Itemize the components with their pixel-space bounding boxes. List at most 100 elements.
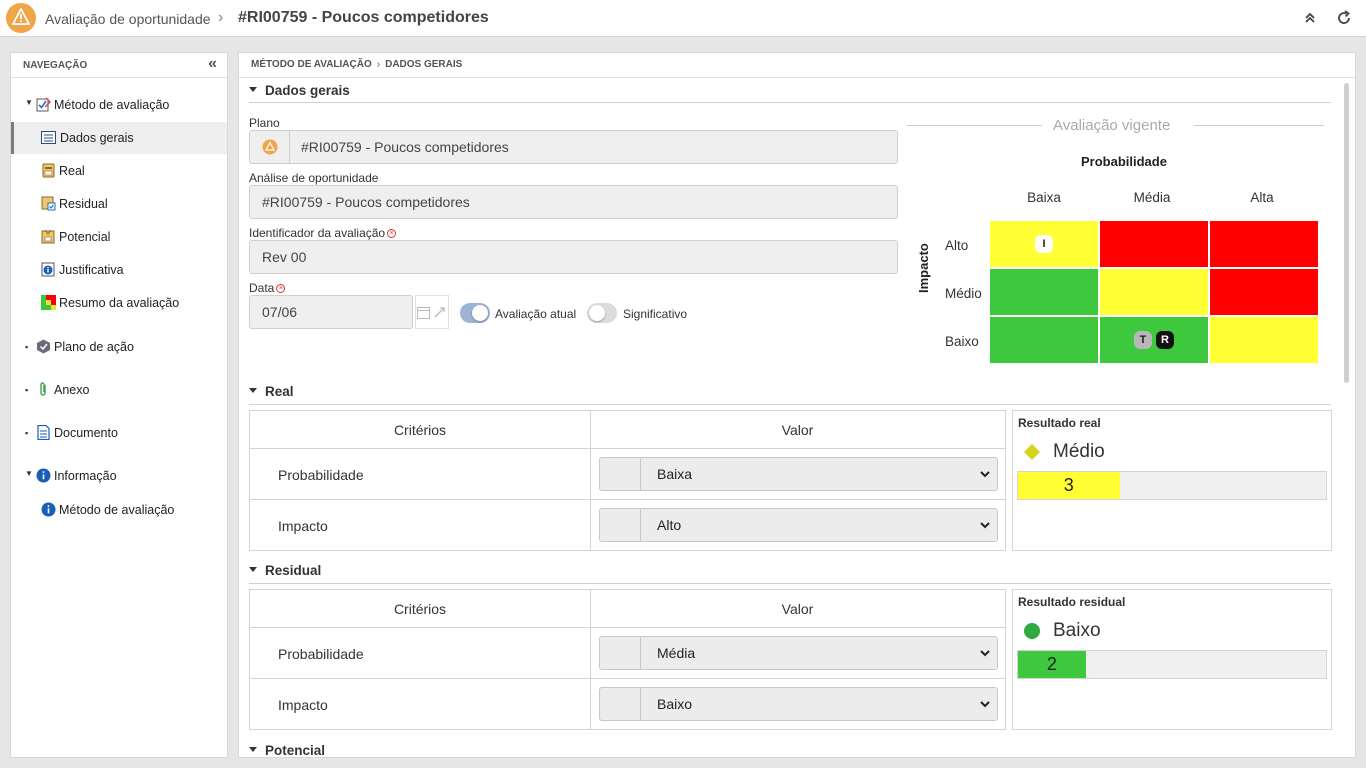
identifier-field[interactable]: Rev 00 (249, 240, 898, 274)
identifier-value: Rev 00 (262, 249, 307, 265)
info-icon (41, 502, 56, 517)
plan-label: Plano (249, 116, 280, 130)
evaluation-summary-icon (41, 295, 56, 310)
collapse-sidebar-icon[interactable]: « (208, 55, 217, 73)
current-evaluation-toggle[interactable] (460, 303, 490, 323)
date-field[interactable]: 07/06 (249, 295, 413, 329)
sidebar-item-evaluation-method[interactable]: ▼ Método de avaliação (11, 89, 227, 121)
date-value: 07/06 (262, 304, 298, 320)
sidebar-item-label: Potencial (59, 230, 111, 244)
sidebar-item-residual[interactable]: Residual (11, 188, 227, 220)
opportunity-icon (262, 139, 278, 155)
sidebar-item-label: Plano de ação (54, 340, 134, 354)
section-header-residual[interactable]: Residual (249, 563, 321, 578)
clear-date-icon[interactable] (433, 306, 446, 319)
matrix-cell-impact-low-prob-low (990, 317, 1098, 363)
plan-field[interactable]: #RI00759 - Poucos competidores (249, 130, 898, 164)
opportunity-logo-icon (6, 3, 36, 33)
section-header-general-data[interactable]: Dados gerais (249, 83, 350, 98)
divider (249, 583, 1331, 584)
residual-icon (41, 196, 56, 211)
analysis-field[interactable]: #RI00759 - Poucos competidores (249, 185, 898, 219)
expand-caret-icon[interactable]: ▼ (25, 469, 33, 478)
section-title: Potencial (265, 743, 326, 758)
result-label: Baixo (1053, 620, 1101, 641)
real-probability-select[interactable]: Baixa (599, 457, 998, 491)
matrix-marker-t[interactable]: T (1134, 331, 1152, 349)
divider (250, 627, 1005, 628)
breadcrumb-item[interactable]: MÉTODO DE AVALIAÇÃO (251, 59, 372, 70)
significant-toggle[interactable] (587, 303, 617, 323)
sidebar-item-general-data[interactable]: Dados gerais (11, 122, 227, 154)
expand-caret-icon[interactable]: ▼ (25, 98, 33, 107)
analysis-value: #RI00759 - Poucos competidores (262, 194, 470, 210)
chevron-down-icon (980, 650, 990, 657)
matrix-cell-impact-low-prob-high (1210, 317, 1318, 363)
section-header-real[interactable]: Real (249, 384, 294, 399)
bullet-icon: ▪ (25, 342, 29, 352)
result-title: Resultado real (1018, 416, 1101, 430)
sidebar-item-real[interactable]: Real (11, 155, 227, 187)
residual-probability-select[interactable]: Média (599, 636, 998, 670)
breadcrumb-separator: › (218, 9, 224, 26)
potential-icon (41, 229, 56, 244)
matrix-row-header: Médio (945, 286, 982, 301)
section-title: Residual (265, 563, 322, 578)
section-header-potential[interactable]: Potencial (249, 743, 326, 758)
real-impact-select[interactable]: Alto (599, 508, 998, 542)
collapse-header-icon[interactable] (1300, 8, 1320, 28)
sidebar-item-label: Anexo (54, 383, 90, 397)
select-value: Alto (657, 517, 682, 533)
residual-result-box: Resultado residual Baixo 2 (1012, 589, 1332, 730)
real-result-box: Resultado real Médio 3 (1012, 410, 1332, 551)
evaluation-method-icon (36, 97, 51, 112)
matrix-col-header: Média (1133, 190, 1171, 205)
sidebar-item-action-plan[interactable]: ▪ Plano de ação (11, 331, 227, 363)
current-evaluation-label: Avaliação atual (495, 307, 577, 321)
app-breadcrumb[interactable]: Avaliação de oportunidade (45, 11, 211, 27)
sidebar-item-potential[interactable]: Potencial (11, 221, 227, 253)
real-icon (41, 163, 56, 178)
required-icon: × (387, 229, 397, 239)
sidebar-item-evaluation-summary[interactable]: Resumo da avaliação (11, 287, 227, 319)
page-title: #RI00759 - Poucos competidores (238, 9, 489, 26)
caret-down-icon (249, 387, 257, 393)
criteria-name: Probabilidade (278, 467, 364, 483)
value-column-header: Valor (781, 601, 814, 617)
real-criteria-table: Critérios Valor Probabilidade Baixa Impa… (249, 410, 1006, 551)
matrix-cell-impact-medium-prob-medium (1100, 269, 1208, 315)
sidebar-item-label: Real (59, 164, 85, 178)
document-icon (36, 424, 51, 441)
divider (249, 102, 1331, 103)
calendar-icon[interactable] (417, 306, 430, 319)
residual-impact-select[interactable]: Baixo (599, 687, 998, 721)
date-label: Data × (249, 281, 286, 295)
sidebar-item-document[interactable]: ▪ Documento (11, 417, 227, 449)
sidebar-item-info-evaluation-method[interactable]: Método de avaliação (11, 494, 227, 526)
refresh-icon[interactable] (1334, 8, 1354, 28)
scrollbar[interactable] (1344, 83, 1349, 383)
result-bar-fill: 2 (1018, 651, 1086, 678)
criteria-name: Probabilidade (278, 646, 364, 662)
criteria-column-header: Critérios (393, 422, 447, 438)
required-icon: × (276, 284, 286, 294)
matrix-marker-i[interactable]: I (1035, 235, 1053, 253)
matrix-marker-r[interactable]: R (1156, 331, 1174, 349)
matrix-cell-impact-low-prob-medium: TR (1100, 317, 1208, 363)
select-value: Baixa (657, 466, 693, 482)
result-label: Médio (1053, 441, 1105, 462)
sidebar-item-justification[interactable]: Justificativa (11, 254, 227, 286)
sidebar-item-label: Documento (54, 426, 118, 440)
sidebar-item-information[interactable]: ▼ Informação (11, 460, 227, 492)
matrix-col-header: Baixa (1027, 190, 1061, 205)
divider (239, 77, 1355, 78)
select-value: Média (657, 645, 696, 661)
select-prefix (600, 458, 641, 490)
divider (250, 499, 1005, 500)
select-prefix (600, 688, 641, 720)
sidebar-item-attachment[interactable]: ▪ Anexo (11, 374, 227, 406)
matrix-row-header: Baixo (945, 334, 979, 349)
sidebar-item-label: Método de avaliação (54, 98, 170, 112)
sidebar-item-label: Informação (54, 469, 117, 483)
matrix-row-header: Alto (945, 238, 969, 253)
